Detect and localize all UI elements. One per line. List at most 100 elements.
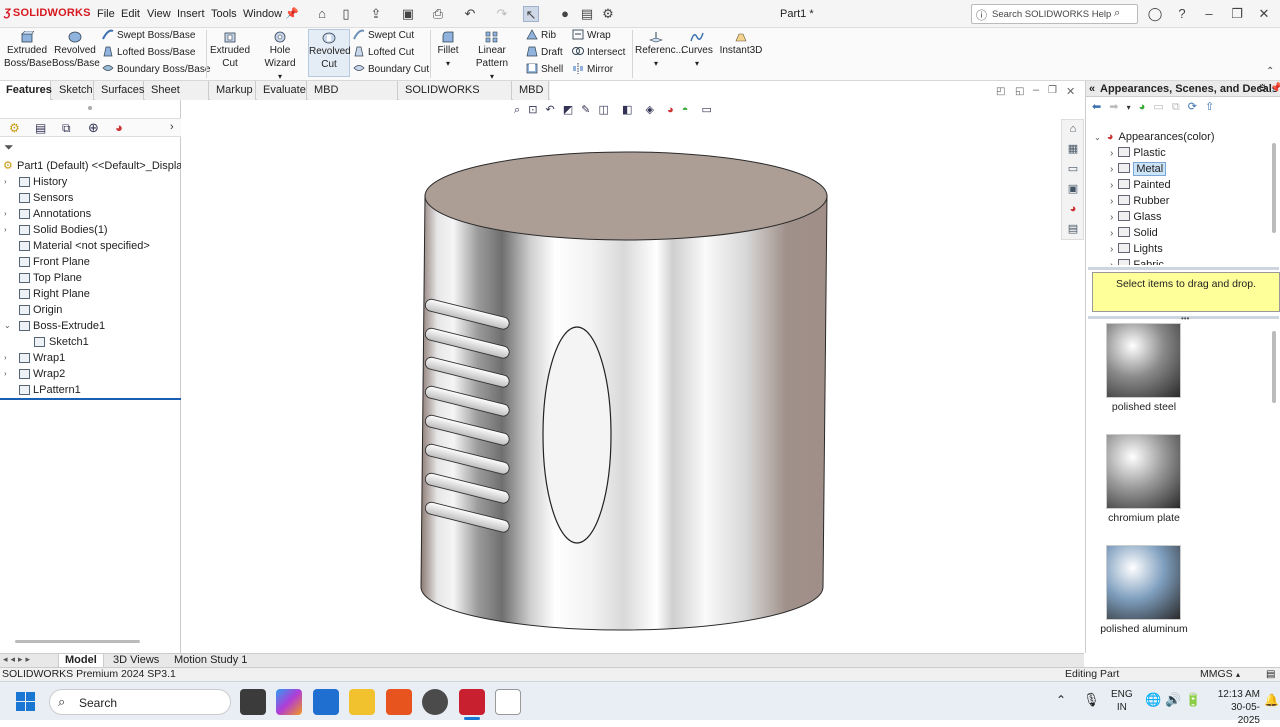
appearance-category-item[interactable]: › Metal (1110, 161, 1167, 177)
curves-button[interactable]: Curves ▾ (680, 31, 714, 70)
microphone-icon[interactable]: 🎙 (1083, 692, 1100, 708)
tree-scrollbar[interactable] (1272, 143, 1276, 233)
appearance-category-item[interactable]: › Rubber (1110, 193, 1169, 209)
collapse-panel-icon[interactable]: « (1089, 81, 1095, 97)
linear-pattern-button[interactable]: Linear Pattern ▾ (463, 31, 521, 83)
language-indicator[interactable]: ENG IN (1111, 688, 1133, 714)
tab-mbd-dimensions[interactable]: MBD Dimensions (308, 81, 398, 115)
appearance-category-item[interactable]: › Lights (1110, 241, 1163, 257)
menu-edit[interactable]: Edit (121, 8, 140, 20)
copy-icon[interactable]: ⧉ (1172, 101, 1180, 113)
fillet-button[interactable]: Fillet ▾ (434, 31, 462, 70)
chevron-right-icon[interactable]: › (4, 174, 7, 190)
view-palette-icon[interactable]: ▣ (1066, 183, 1080, 196)
extruded-boss-button[interactable]: Extruded Boss/Base (4, 31, 52, 70)
chevron-right-icon[interactable]: › (4, 206, 7, 222)
mirror-button[interactable]: Mirror (572, 63, 613, 77)
swept-boss-button[interactable]: Swept Boss/Base (102, 29, 195, 43)
tab-markup[interactable]: Markup (210, 81, 256, 100)
refresh-icon[interactable]: ⟳ (1188, 101, 1197, 113)
property-manager-tab-icon[interactable]: ▤ (35, 121, 46, 135)
tab-surfaces[interactable]: Surfaces (95, 81, 144, 100)
save-icon[interactable]: ▣ (400, 6, 416, 22)
swept-cut-button[interactable]: Swept Cut (353, 29, 414, 43)
tab-mbd[interactable]: MBD (513, 81, 549, 100)
chevron-right-icon[interactable]: › (4, 350, 7, 366)
print-icon[interactable]: ⎙ (430, 6, 446, 22)
revolved-boss-button[interactable]: Revolved Boss/Base (52, 31, 100, 70)
chevron-right-icon[interactable]: › (1110, 212, 1113, 223)
chevron-up-icon[interactable]: ⌃ (1056, 693, 1066, 707)
appearance-category-item[interactable]: › Painted (1110, 177, 1171, 193)
taskbar-search-input[interactable]: ⌕ Search (49, 689, 231, 715)
chevron-right-icon[interactable]: › (4, 366, 7, 382)
pin-panel-icon[interactable]: 📌 (1270, 81, 1280, 97)
open-folder-icon[interactable]: ⇪ (368, 6, 384, 22)
tree-item[interactable]: › Wrap2 (0, 366, 181, 382)
restore-icon[interactable]: ❐ (1229, 6, 1245, 22)
custom-properties-icon[interactable]: ▤ (1066, 223, 1080, 236)
notifications-bell-icon[interactable]: 🔔 (1264, 693, 1279, 707)
select-cursor-icon[interactable]: ↖ (523, 6, 539, 22)
menu-tools[interactable]: Tools (211, 8, 237, 20)
appearance-category-item[interactable]: ›Fabric (1110, 257, 1164, 265)
system-clock[interactable]: 12:13 AM 30-05-2025 (1210, 688, 1260, 727)
collapse-ribbon-icon[interactable]: ⌃ (1266, 66, 1274, 77)
extruded-cut-button[interactable]: Extruded Cut (209, 31, 251, 70)
tree-item[interactable]: ⌄ Boss-Extrude1 (0, 318, 181, 334)
add-folder-icon[interactable]: ▭ (1153, 101, 1163, 113)
volume-icon[interactable]: 🔊 (1165, 692, 1181, 708)
status-options-icon[interactable]: ▤ (1266, 668, 1275, 681)
instant3d-button[interactable]: Instant3D (718, 31, 764, 57)
viewport-close-icon[interactable]: ✕ (1066, 85, 1075, 98)
shell-button[interactable]: Shell (526, 63, 563, 77)
panel-grip-icon[interactable] (88, 106, 92, 110)
chevron-right-icon[interactable]: › (1110, 164, 1113, 175)
close-icon[interactable]: ✕ (1256, 6, 1272, 22)
viewport-tile-icon[interactable]: ◰ (996, 86, 1005, 97)
dimxpert-tab-icon[interactable]: ⊕ (88, 120, 99, 136)
tree-item[interactable]: Origin (0, 302, 181, 318)
boundary-boss-button[interactable]: Boundary Boss/Base (102, 63, 210, 77)
menu-view[interactable]: View (147, 8, 171, 20)
brave-browser-icon[interactable] (386, 689, 412, 715)
rib-button[interactable]: Rib (526, 29, 556, 43)
horizontal-scrollbar[interactable] (15, 640, 140, 643)
appearance-swatch[interactable] (1106, 545, 1181, 620)
reference-geometry-button[interactable]: Referenc... ▾ (635, 31, 684, 70)
solidworks-logo[interactable]: Ʒ SOLIDWORKS (4, 7, 91, 19)
units-selector[interactable]: MMGS (1200, 668, 1233, 681)
rollback-bar[interactable] (0, 398, 181, 400)
viewport-restore-icon[interactable]: ❐ (1048, 85, 1057, 96)
menu-window[interactable]: Window (243, 8, 282, 20)
filter-icon[interactable]: ⏷ (4, 140, 14, 155)
chevron-right-icon[interactable]: › (1110, 244, 1113, 255)
tree-item[interactable]: › Solid Bodies(1) (0, 222, 181, 238)
splitter-grip-icon[interactable]: ••• (1181, 314, 1189, 323)
file-explorer-icon[interactable] (349, 689, 375, 715)
redo-icon[interactable]: ↷ (494, 6, 510, 22)
appearances-tab-icon[interactable]: ◕ (1066, 203, 1080, 216)
tree-item[interactable]: › Annotations (0, 206, 181, 222)
boundary-cut-button[interactable]: Boundary Cut (353, 63, 429, 77)
tab-3d-views[interactable]: 3D Views (107, 654, 165, 668)
options-gear-icon[interactable]: ⚙ (600, 6, 616, 22)
appearance-category-item[interactable]: › Glass (1110, 209, 1161, 225)
menu-insert[interactable]: Insert (177, 8, 205, 20)
feature-manager-tab-icon[interactable]: ⚙ (9, 121, 20, 135)
tree-item[interactable]: Right Plane (0, 286, 181, 302)
configuration-manager-tab-icon[interactable]: ⧉ (62, 121, 71, 136)
home-icon[interactable]: ⌂ (314, 6, 330, 22)
chevron-right-icon[interactable]: › (1110, 148, 1113, 159)
dropdown-arrow-icon[interactable]: ▾ (1127, 103, 1131, 112)
tree-root-part[interactable]: ⚙ Part1 (Default) <<Default>_Display S (0, 158, 198, 174)
lofted-cut-button[interactable]: Lofted Cut (353, 46, 414, 60)
appearance-category-item[interactable]: › Solid (1110, 225, 1158, 241)
hole-wizard-button[interactable]: Hole Wizard ▾ (253, 31, 307, 83)
design-library-icon[interactable]: ▦ (1066, 143, 1080, 156)
tree-item[interactable]: Material <not specified> (0, 238, 181, 254)
tree-item[interactable]: Top Plane (0, 270, 181, 286)
tab-model[interactable]: Model (58, 654, 104, 668)
viewport-minimize-icon[interactable]: – (1033, 84, 1039, 96)
tab-motion-study[interactable]: Motion Study 1 (168, 654, 253, 668)
